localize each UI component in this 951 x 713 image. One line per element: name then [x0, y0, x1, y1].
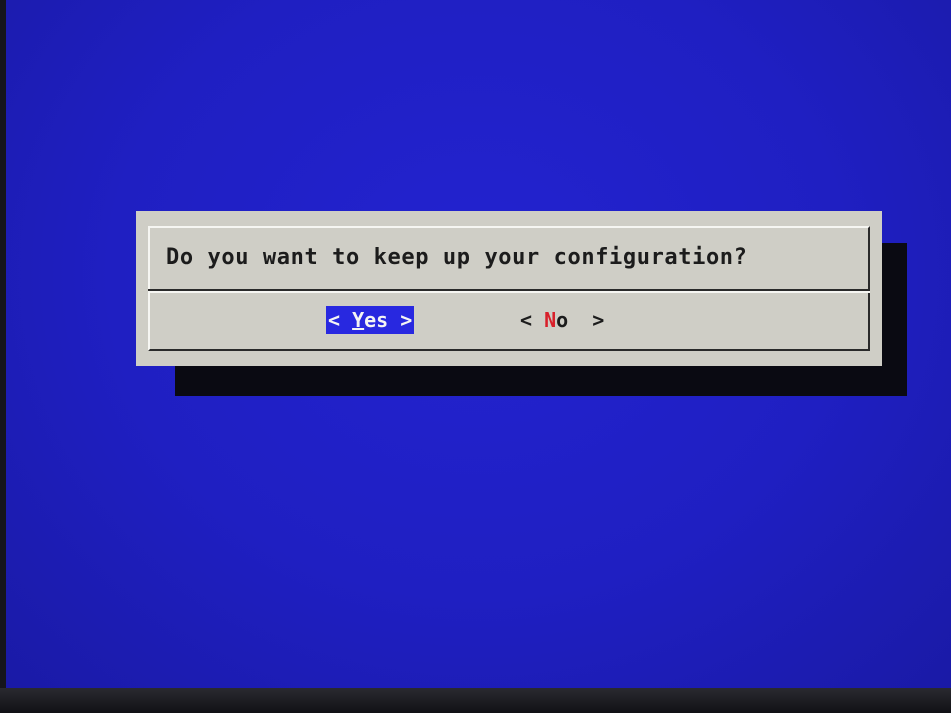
confirm-dialog: Do you want to keep up your configuratio… — [136, 211, 882, 366]
monitor-bezel-bottom — [0, 688, 951, 713]
no-button-label: o — [556, 308, 569, 332]
yes-button-left-bracket: < — [328, 308, 353, 332]
no-button-left-bracket: < — [520, 308, 545, 332]
yes-button-hotkey: Y — [352, 308, 365, 332]
no-button[interactable]: < No > — [520, 306, 604, 334]
yes-button-right-bracket: > — [388, 308, 413, 332]
yes-button[interactable]: < Yes > — [326, 306, 415, 334]
dialog-divider — [148, 289, 870, 293]
no-button-hotkey: N — [544, 308, 557, 332]
yes-button-label: es — [364, 308, 389, 332]
no-button-right-bracket: > — [568, 308, 605, 332]
dialog-message: Do you want to keep up your configuratio… — [166, 245, 748, 270]
